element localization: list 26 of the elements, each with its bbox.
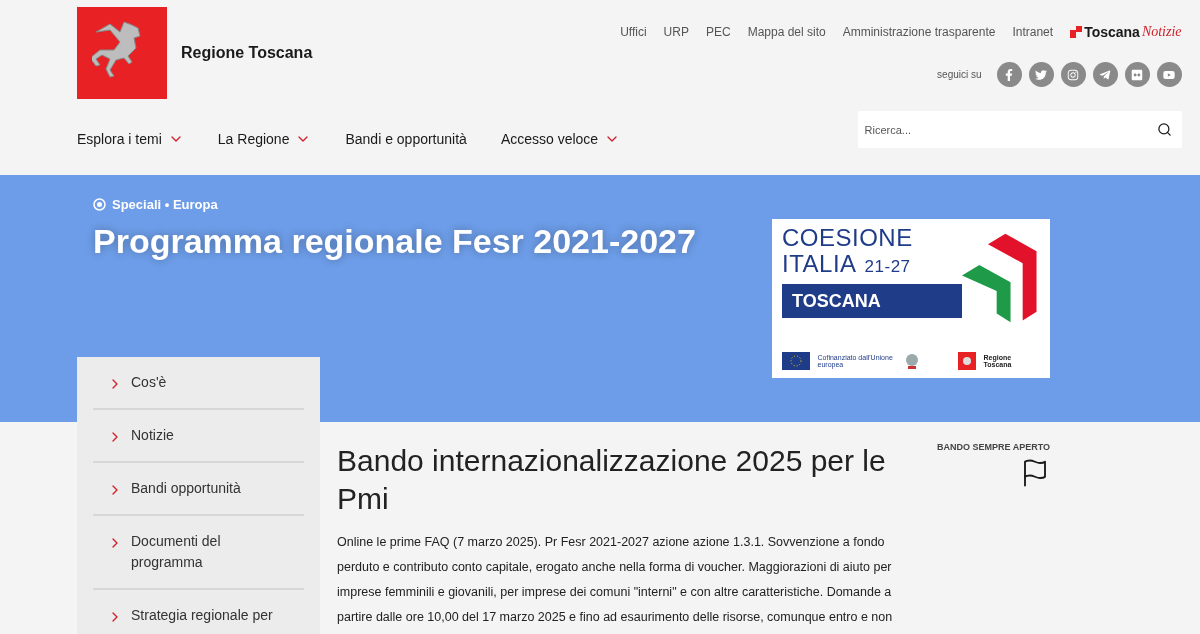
article-title: Bando internazionalizzazione 2025 per le Pmi	[337, 443, 887, 517]
top-link[interactable]: PEC	[705, 25, 731, 39]
site-name: Regione Toscana	[181, 44, 313, 62]
news-logo[interactable]: ToscanaNotizie	[1070, 24, 1182, 40]
nav-item[interactable]: Accesso veloce	[500, 131, 621, 147]
sidebar-item[interactable]: Cos'è	[93, 357, 304, 410]
top-link[interactable]: Amministrazione trasparente	[842, 25, 996, 39]
article-text: Online le prime FAQ (7 marzo 2025). Pr Fesr 2021-2027 azione azione 1.3.1. Sovvenzione a fondo perduto e contributo conto capitale, erogato anche nella forma di voucher. Maggiorazioni di aiuto per imprese femminili e giovanili, per imprese dei comuni "interni" e con altre caratteristiche. Domande a partire dalle ore 10,00 del 17 marzo 2025 e fino ad esaurimento delle risorse, comunque entro e non	[337, 534, 894, 626]
logo-text: ITALIA 21-27	[782, 251, 912, 279]
sidebar-item[interactable]: Strategia regionale per	[93, 590, 304, 634]
top-link[interactable]: Mappa del sito	[747, 25, 826, 39]
status-label: BANDO SEMPRE APERTO	[937, 442, 1050, 452]
sidebar-item[interactable]: Documenti del programma	[93, 516, 304, 590]
search-field[interactable]: Ricerca...	[857, 111, 1182, 148]
page-title: Programma regionale Fesr 2021-2027	[93, 222, 696, 261]
nav-item[interactable]: Bandi e opportunità	[345, 131, 467, 147]
sidebar-item[interactable]: Notizie	[93, 410, 304, 463]
nav-item[interactable]: Esplora i temi	[77, 131, 184, 147]
nav-item[interactable]: La Regione	[217, 131, 312, 147]
top-link[interactable]: Intranet	[1012, 25, 1054, 39]
follow-label: seguici su	[937, 69, 982, 80]
top-link[interactable]: URP	[663, 25, 689, 39]
region-bar: TOSCANA	[782, 284, 962, 318]
logo-text: COESIONE	[782, 225, 914, 251]
top-link[interactable]: Uffici	[620, 25, 647, 39]
sidebar-item[interactable]: Bandi opportunità	[93, 463, 304, 516]
